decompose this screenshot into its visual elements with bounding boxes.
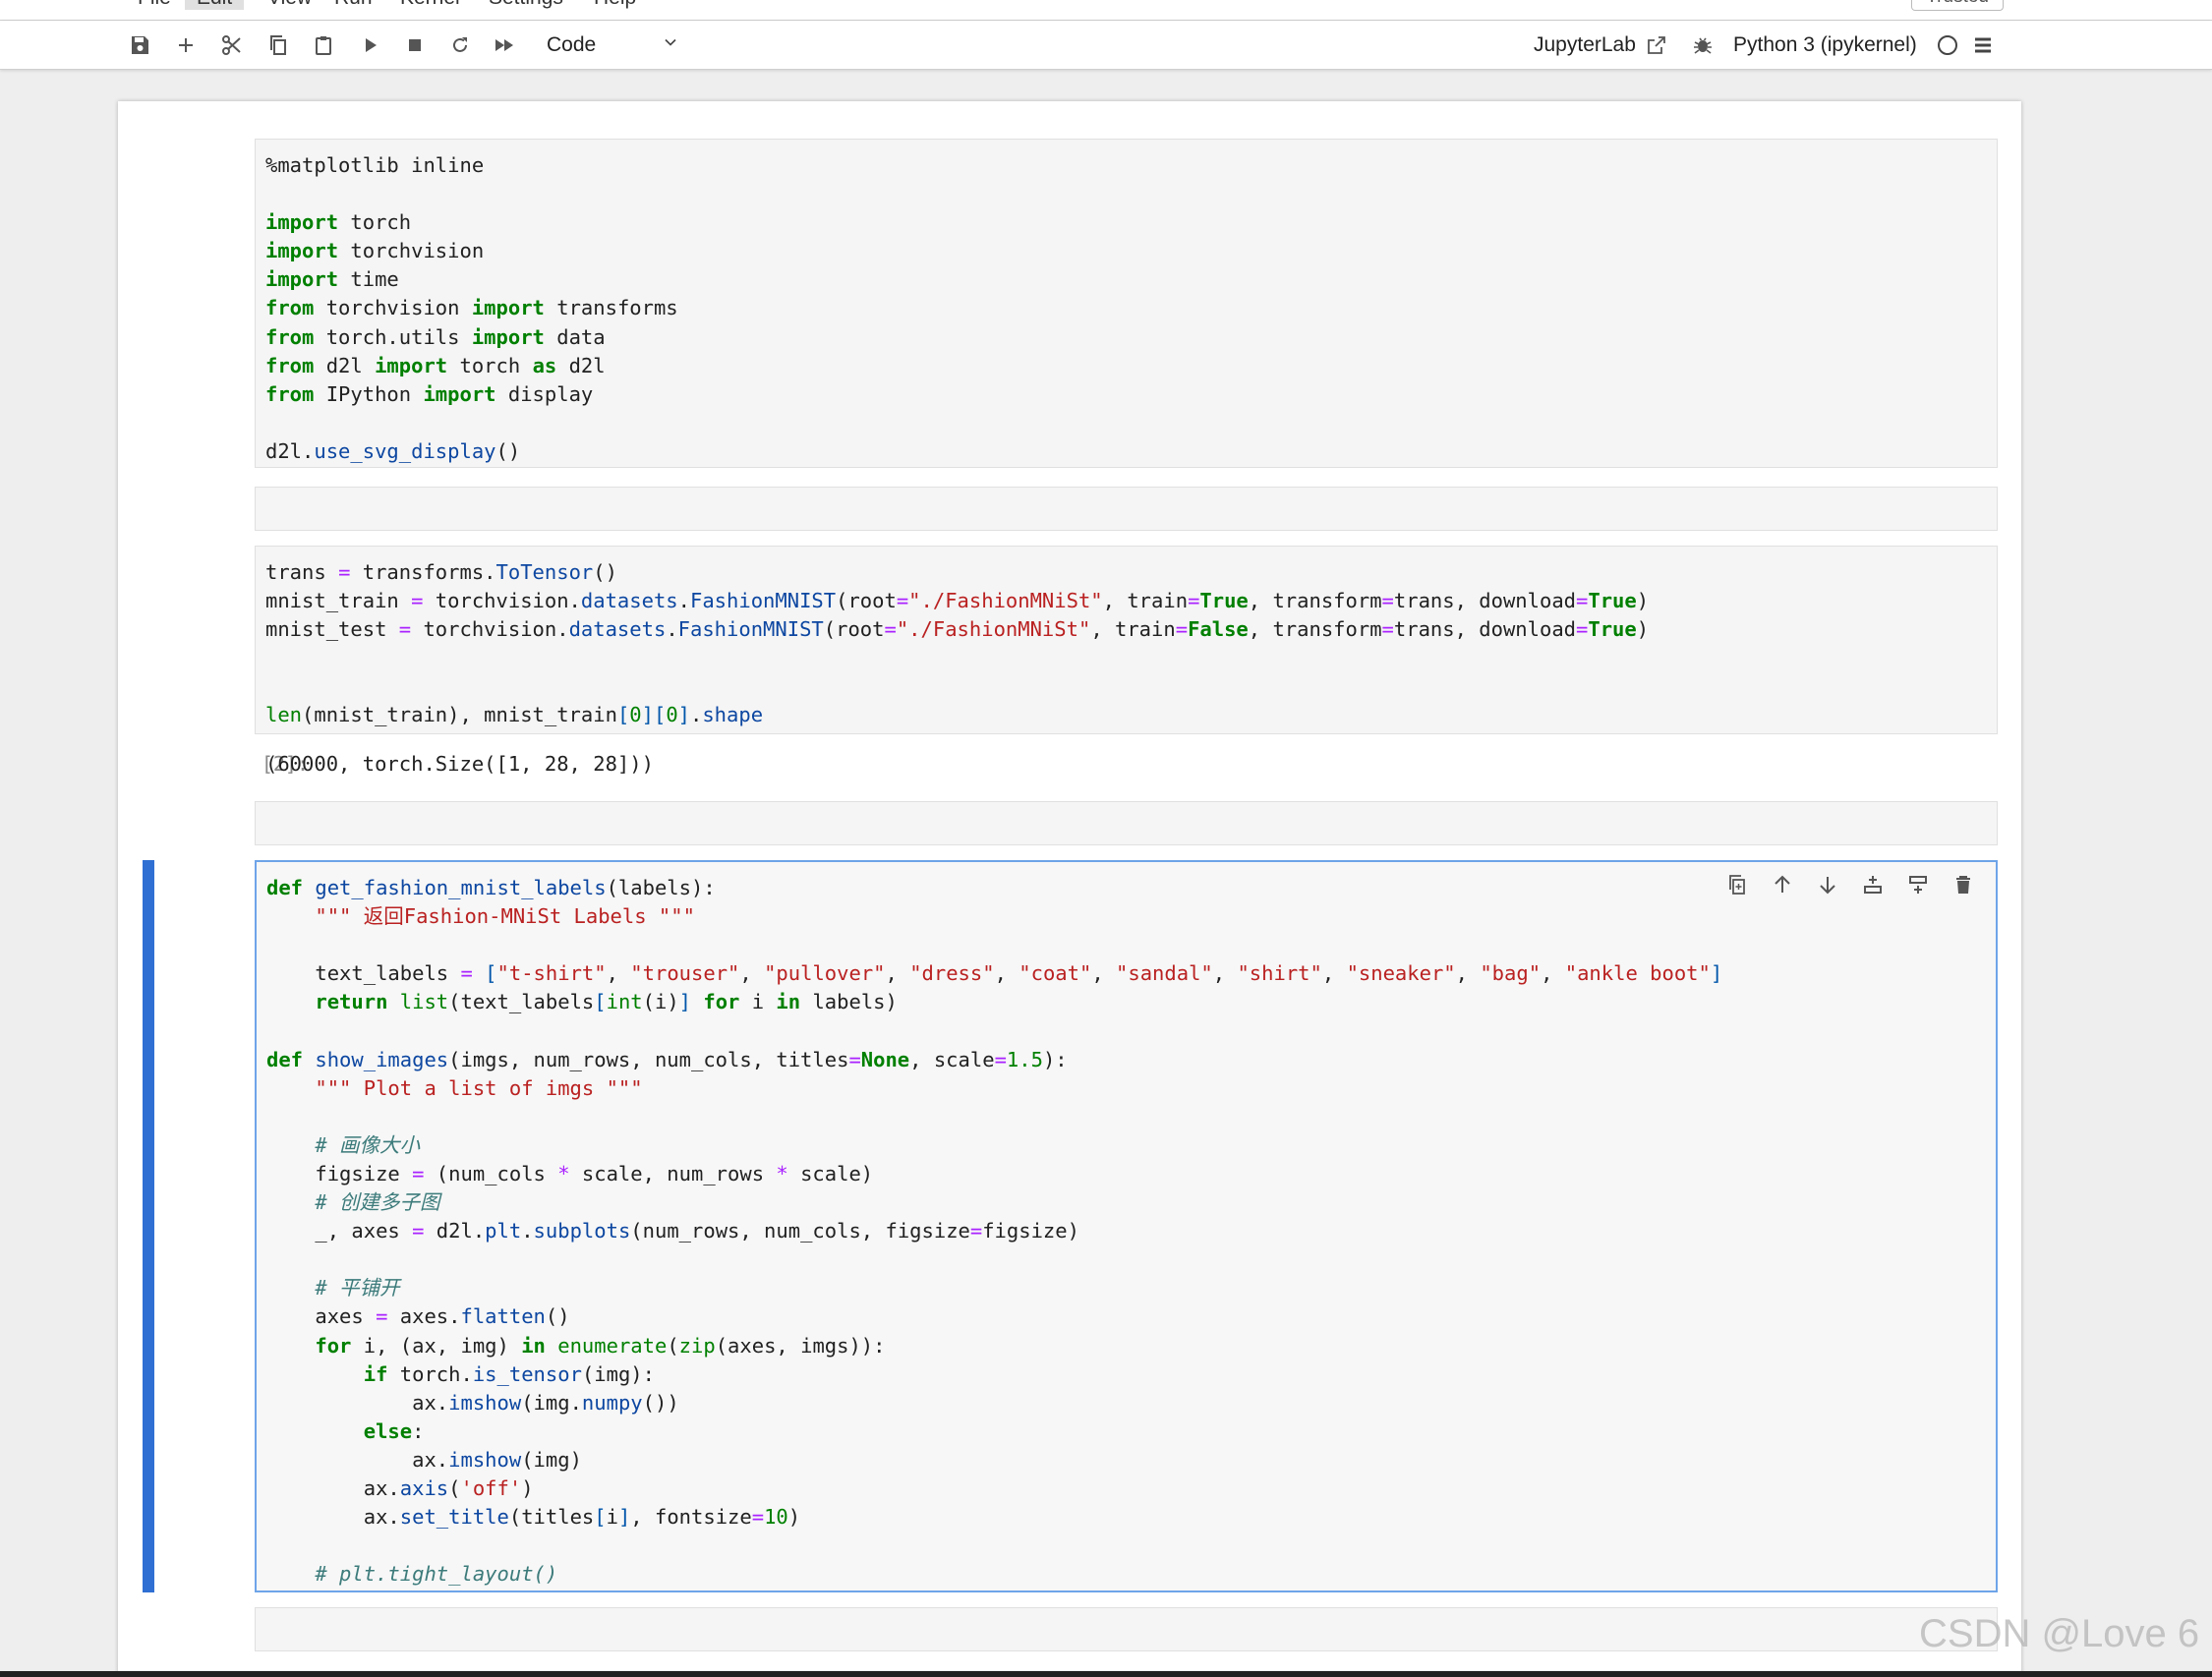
run-icon[interactable] [355,30,384,60]
fast-forward-icon[interactable] [490,30,519,60]
paste-icon[interactable] [309,30,338,60]
watermark-text: CSDN @Love 6 [1919,1612,2200,1655]
code-editor[interactable]: %matplotlib inline import torch import t… [255,139,1998,468]
cell-toolbar [1707,870,1978,899]
code-cell-3-active[interactable]: [3]: def get_fashion_mnist_labels(labels… [118,860,2021,1593]
code-cell-empty[interactable]: [ ]: [118,1607,2021,1652]
code-editor[interactable]: def get_fashion_mnist_labels(labels): ""… [255,860,1998,1592]
code-editor[interactable] [255,487,1998,531]
move-up-icon[interactable] [1768,870,1797,899]
code-cell-empty[interactable]: [ ]: [118,801,2021,846]
stop-icon[interactable] [400,30,430,60]
menu-run[interactable]: Run [334,0,373,10]
code-text[interactable]: %matplotlib inline import torch import t… [256,140,1997,466]
menu-kernel[interactable]: Kernel [400,0,460,10]
kernel-name[interactable]: Python 3 (ipykernel) [1733,30,1917,60]
notebook-toolbar: Code JupyterLab Python 3 (ipykernel) [0,21,2212,70]
insert-above-icon[interactable] [1858,870,1888,899]
cell-type-select[interactable]: Code [547,30,684,60]
menu-hamburger-icon[interactable] [1968,30,1998,60]
menu-help[interactable]: Help [594,0,636,10]
code-editor[interactable] [255,1607,1998,1651]
cut-icon[interactable] [217,30,247,60]
bottom-border [0,1671,2212,1677]
menu-settings[interactable]: Settings [489,0,563,10]
code-cell-1[interactable]: [1]: %matplotlib inline import torch imp… [118,139,2021,470]
debugger-bug-icon[interactable] [1688,30,1717,60]
duplicate-cell-icon[interactable] [1722,870,1752,899]
code-editor[interactable] [255,801,1998,845]
code-text[interactable]: trans = transforms.ToTensor() mnist_trai… [256,547,1997,730]
move-down-icon[interactable] [1813,870,1842,899]
menu-view[interactable]: View [267,0,312,10]
delete-cell-icon[interactable] [1949,870,1978,899]
jupyterlab-label: JupyterLab [1534,33,1636,56]
menu-bar: File Edit View Run Kernel Settings Help … [0,0,2212,21]
kernel-status-circle-icon [1933,30,1962,60]
save-icon[interactable] [125,30,154,60]
menu-edit[interactable]: Edit [185,0,245,10]
add-cell-icon[interactable] [171,30,201,60]
cell-type-label: Code [547,33,597,56]
external-link-icon[interactable] [1642,30,1671,60]
jupyterlab-link[interactable]: JupyterLab [1534,30,1636,60]
notebook-page: [1]: %matplotlib inline import torch imp… [118,101,2021,1677]
copy-icon[interactable] [263,30,293,60]
code-editor[interactable]: trans = transforms.ToTensor() mnist_trai… [255,546,1998,734]
menu-file[interactable]: File [138,0,171,10]
code-cell-empty[interactable]: [ ]: [118,487,2021,532]
active-cell-indicator [143,860,154,1592]
chevron-down-icon [665,38,676,46]
code-cell-2[interactable]: [2]: trans = transforms.ToTensor() mnist… [118,546,2021,811]
insert-below-icon[interactable] [1903,870,1933,899]
trusted-badge[interactable]: Trusted [1911,0,2004,11]
restart-icon[interactable] [445,30,475,60]
cell-output: (60000, torch.Size([1, 28, 28])) [265,752,654,776]
code-text[interactable]: def get_fashion_mnist_labels(labels): ""… [257,862,1996,1589]
